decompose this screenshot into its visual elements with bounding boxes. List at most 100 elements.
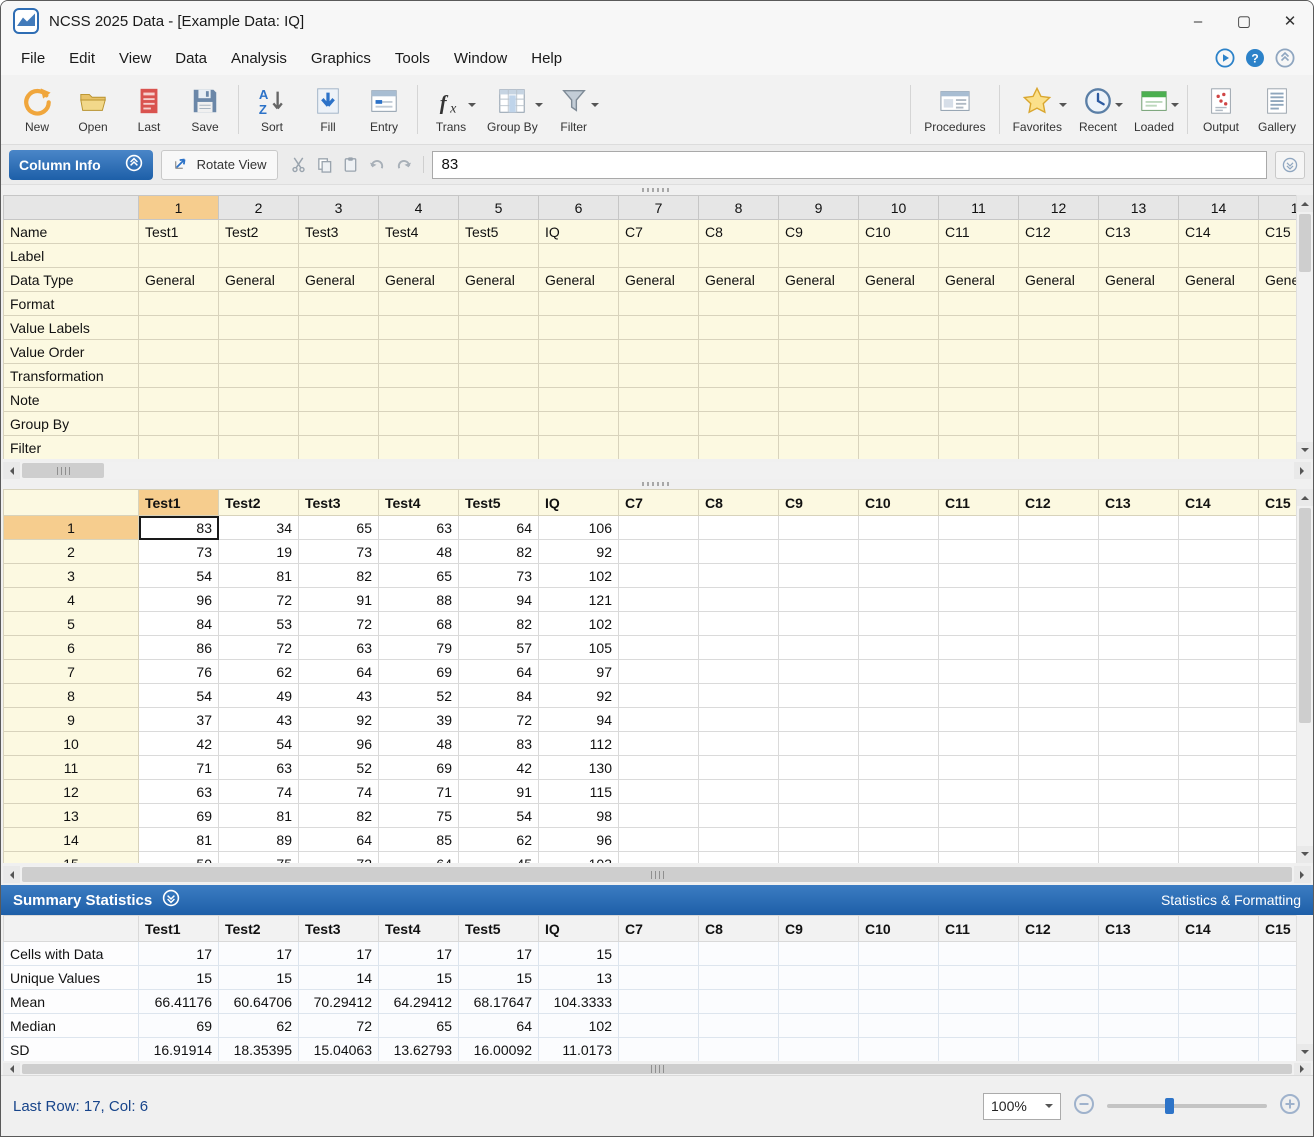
data-cell[interactable] — [779, 708, 859, 732]
ci-cell[interactable] — [379, 316, 459, 340]
data-cell[interactable] — [1099, 540, 1179, 564]
ci-cell[interactable] — [699, 244, 779, 268]
toolbar-button-filter[interactable]: Filter — [546, 77, 602, 142]
data-cell[interactable] — [1019, 828, 1099, 852]
data-cell[interactable] — [939, 852, 1019, 864]
data-cell[interactable]: 34 — [219, 516, 299, 540]
ci-cell[interactable] — [299, 412, 379, 436]
ci-cell[interactable] — [539, 292, 619, 316]
data-cell[interactable] — [939, 828, 1019, 852]
ci-cell[interactable] — [379, 292, 459, 316]
copy-icon[interactable] — [316, 156, 333, 173]
data-cell[interactable]: 82 — [459, 612, 539, 636]
ci-cell[interactable] — [859, 340, 939, 364]
data-cell[interactable]: 63 — [379, 516, 459, 540]
data-cell[interactable] — [1179, 708, 1259, 732]
ci-cell[interactable] — [1259, 388, 1297, 412]
ci-cell[interactable]: C11 — [939, 220, 1019, 244]
data-cell[interactable]: 105 — [539, 636, 619, 660]
data-cell[interactable] — [859, 636, 939, 660]
data-cell[interactable] — [1019, 588, 1099, 612]
data-cell[interactable] — [1179, 540, 1259, 564]
menu-graphics[interactable]: Graphics — [299, 44, 383, 73]
data-cell[interactable] — [859, 612, 939, 636]
ci-cell[interactable] — [939, 340, 1019, 364]
data-cell[interactable]: 48 — [379, 732, 459, 756]
undo-icon[interactable] — [368, 156, 386, 173]
data-cell[interactable] — [1099, 852, 1179, 864]
ci-cell[interactable] — [1179, 412, 1259, 436]
ci-cell[interactable] — [139, 340, 219, 364]
data-cell[interactable]: 84 — [459, 684, 539, 708]
data-cell[interactable] — [619, 852, 699, 864]
data-column-header[interactable]: IQ — [539, 490, 619, 516]
data-cell[interactable] — [779, 828, 859, 852]
ci-cell[interactable]: General — [1259, 268, 1297, 292]
data-cell[interactable] — [939, 564, 1019, 588]
data-column-header[interactable]: C12 — [1019, 490, 1099, 516]
toolbar-button-favorites[interactable]: Favorites — [1005, 77, 1070, 142]
data-row-number[interactable]: 10 — [4, 732, 139, 756]
ci-column-number[interactable]: 15 — [1259, 196, 1297, 220]
ci-cell[interactable]: C10 — [859, 220, 939, 244]
data-row-number[interactable]: 13 — [4, 804, 139, 828]
data-cell[interactable] — [699, 708, 779, 732]
ci-cell[interactable] — [939, 436, 1019, 460]
scrollbar-track[interactable] — [1297, 506, 1313, 846]
data-horizontal-scrollbar[interactable] — [3, 866, 1311, 883]
data-column-header[interactable]: C14 — [1179, 490, 1259, 516]
ci-cell[interactable] — [779, 316, 859, 340]
data-column-header[interactable]: C15 — [1259, 490, 1297, 516]
data-cell[interactable] — [779, 756, 859, 780]
data-row-number[interactable]: 14 — [4, 828, 139, 852]
ci-cell[interactable] — [779, 364, 859, 388]
data-cell[interactable] — [779, 564, 859, 588]
data-cell[interactable]: 42 — [139, 732, 219, 756]
data-cell[interactable] — [1019, 612, 1099, 636]
ci-cell[interactable] — [219, 244, 299, 268]
ci-cell[interactable] — [219, 412, 299, 436]
ci-cell[interactable]: General — [379, 268, 459, 292]
data-cell[interactable]: 92 — [539, 684, 619, 708]
data-cell[interactable] — [939, 636, 1019, 660]
data-cell[interactable] — [1099, 636, 1179, 660]
ci-cell[interactable] — [299, 292, 379, 316]
menu-help[interactable]: Help — [519, 44, 574, 73]
data-cell[interactable] — [619, 636, 699, 660]
ci-cell[interactable] — [1099, 316, 1179, 340]
data-cell[interactable] — [699, 804, 779, 828]
data-cell[interactable]: 19 — [219, 540, 299, 564]
scrollbar-thumb[interactable] — [22, 867, 1292, 882]
data-cell[interactable] — [619, 684, 699, 708]
data-cell[interactable]: 84 — [139, 612, 219, 636]
ci-cell[interactable] — [939, 388, 1019, 412]
data-cell[interactable] — [1259, 756, 1297, 780]
ci-column-number[interactable]: 1 — [139, 196, 219, 220]
data-cell[interactable] — [859, 756, 939, 780]
ci-cell[interactable] — [299, 340, 379, 364]
data-cell[interactable]: 86 — [139, 636, 219, 660]
toolbar-button-last[interactable]: Last — [121, 77, 177, 142]
ci-cell[interactable] — [219, 388, 299, 412]
summary-statistics-title-area[interactable]: Summary Statistics — [13, 889, 180, 911]
data-cell[interactable] — [1259, 804, 1297, 828]
ci-cell[interactable] — [299, 364, 379, 388]
data-cell[interactable] — [619, 756, 699, 780]
zoom-out-button[interactable] — [1073, 1093, 1095, 1119]
data-cell[interactable]: 98 — [539, 804, 619, 828]
data-column-header[interactable]: C9 — [779, 490, 859, 516]
scrollbar-track[interactable] — [20, 1063, 1294, 1075]
data-cell[interactable] — [859, 828, 939, 852]
data-cell[interactable] — [699, 564, 779, 588]
data-column-header[interactable]: C7 — [619, 490, 699, 516]
data-cell[interactable] — [779, 540, 859, 564]
data-row-number[interactable]: 9 — [4, 708, 139, 732]
run-circle-icon[interactable] — [1215, 48, 1235, 68]
ci-cell[interactable] — [1179, 388, 1259, 412]
data-cell[interactable] — [859, 540, 939, 564]
data-cell[interactable] — [939, 684, 1019, 708]
scrollbar-thumb[interactable] — [22, 463, 104, 478]
data-cell[interactable]: 53 — [219, 612, 299, 636]
data-cell[interactable]: 96 — [299, 732, 379, 756]
ci-cell[interactable] — [1019, 292, 1099, 316]
